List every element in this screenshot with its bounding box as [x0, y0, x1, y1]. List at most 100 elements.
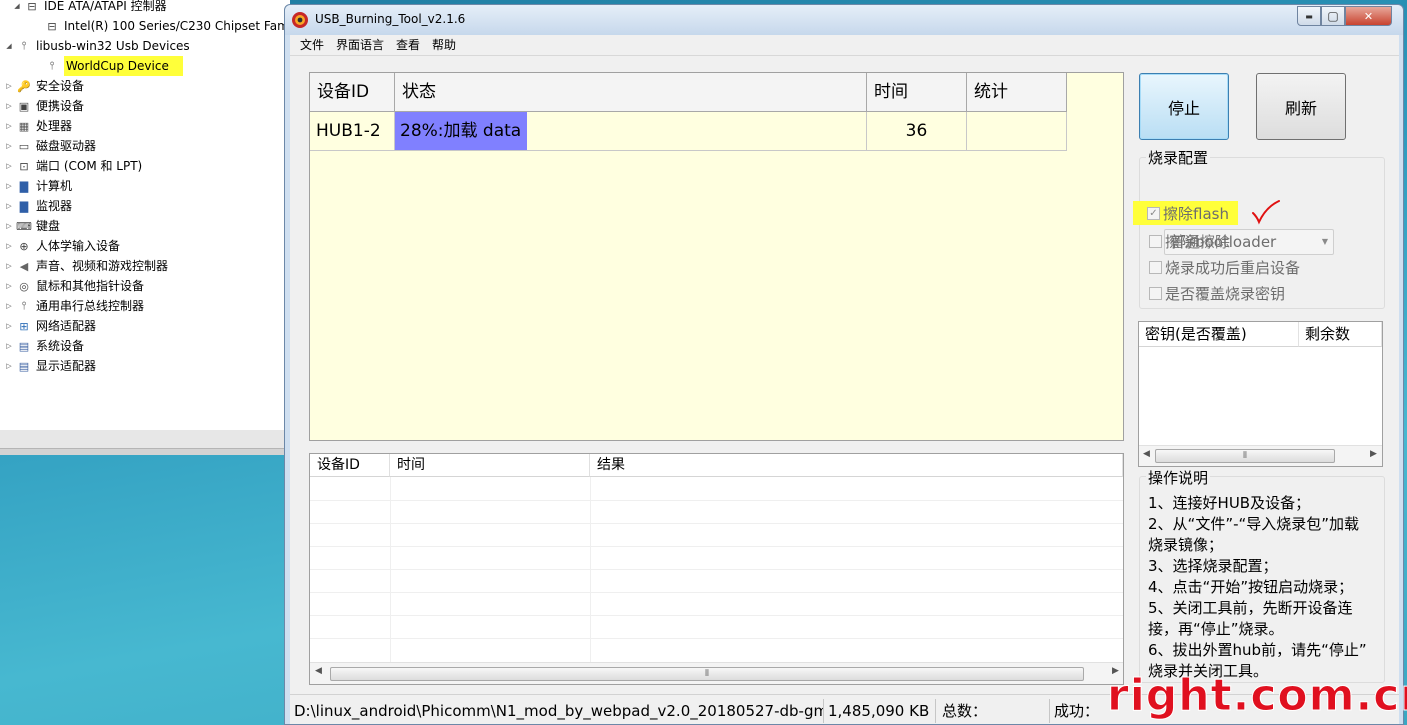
erase-flash-checkbox[interactable]: ✓ 擦除flash [1133, 201, 1238, 225]
log-row-line [310, 638, 1123, 639]
key-scroll-thumb[interactable]: ⦀ [1155, 449, 1335, 463]
erase-bootloader-label: 擦除bootloader [1165, 233, 1277, 251]
log-table[interactable]: 设备ID 时间 结果 ◀ ⦀ ▶ [309, 453, 1124, 685]
checkbox-icon [1149, 235, 1162, 248]
device-tree-item[interactable]: ▷ ▤ 系统设备 [4, 336, 84, 356]
log-scroll-thumb[interactable]: ⦀ [330, 667, 1084, 681]
device-id-header[interactable]: 设备ID [310, 73, 395, 112]
key-header[interactable]: 密钥(是否覆盖) [1139, 322, 1299, 347]
device-tree-item[interactable]: ▷ ▦ 处理器 [4, 116, 72, 136]
mouse-icon: ◎ [19, 279, 29, 293]
expand-icon[interactable]: ▷ [4, 262, 14, 270]
device-tree-item[interactable]: ▷ ⊡ 端口 (COM 和 LPT) [4, 156, 142, 176]
expand-icon[interactable]: ▷ [4, 242, 14, 250]
status-header[interactable]: 状态 [395, 73, 867, 112]
expand-icon[interactable]: ▷ [4, 122, 14, 130]
scroll-left-icon[interactable]: ◀ [1143, 449, 1150, 459]
device-tree-item[interactable]: ▷ ▣ 便携设备 [4, 96, 84, 116]
key-horizontal-scrollbar[interactable]: ◀ ⦀ ▶ [1139, 445, 1382, 466]
overwrite-key-checkbox[interactable]: 是否覆盖烧录密钥 [1149, 283, 1285, 304]
device-tree-label: 计算机 [36, 179, 73, 193]
watermark: right.com.cn [1107, 670, 1407, 722]
instruction-line: 烧录镜像； [1148, 536, 1224, 554]
device-tree-item[interactable]: ▷ ⫯ 通用串行总线控制器 [4, 296, 144, 316]
scroll-left-icon[interactable]: ◀ [315, 666, 322, 676]
device-stats-cell[interactable] [967, 112, 1067, 151]
network-icon: ⊞ [19, 319, 29, 333]
expand-icon[interactable]: ▷ [4, 342, 14, 350]
key-table[interactable]: 密钥(是否覆盖) 剩余数 ◀ ⦀ ▶ [1138, 321, 1383, 467]
keyboard-icon: ⌨ [16, 219, 32, 233]
device-tree-item[interactable]: ⫯ WorldCup Device [32, 56, 183, 76]
expand-icon[interactable]: ▷ [4, 102, 14, 110]
expand-icon[interactable]: ▷ [4, 82, 14, 90]
log-time-header[interactable]: 时间 [390, 454, 590, 477]
device-tree-label: 键盘 [36, 219, 61, 233]
instruction-line: 3、选择烧录配置； [1148, 557, 1278, 575]
title-bar[interactable]: USB_Burning_Tool_v2.1.6 ▬ ▢ ✕ [285, 5, 1403, 35]
collapse-icon[interactable]: ◢ [12, 2, 22, 10]
device-tree-item[interactable]: ▷ ▤ 显示适配器 [4, 356, 96, 376]
expand-icon[interactable]: ▷ [4, 282, 14, 290]
log-device-id-header[interactable]: 设备ID [310, 454, 390, 477]
instruction-line: 6、拔出外置hub前，请先“停止” [1148, 641, 1367, 659]
checkbox-icon [1149, 261, 1162, 274]
expand-icon[interactable]: ▷ [4, 362, 14, 370]
device-tree-label: 磁盘驱动器 [36, 139, 97, 153]
menu-file[interactable]: 文件 [294, 35, 330, 55]
expand-icon[interactable]: ▷ [4, 142, 14, 150]
device-tree-item[interactable]: ▷ 🔑 安全设备 [4, 76, 84, 96]
device-table[interactable]: 设备ID 状态 时间 统计 HUB1-2 28%:加载 data 36 [309, 72, 1124, 441]
device-tree-item[interactable]: ▷ ▭ 磁盘驱动器 [4, 136, 96, 156]
expand-icon[interactable]: ▷ [4, 302, 14, 310]
refresh-button[interactable]: 刷新 [1256, 73, 1346, 140]
device-status-cell[interactable]: 28%:加载 data [395, 112, 867, 151]
expand-icon[interactable]: ▷ [4, 182, 14, 190]
stats-header[interactable]: 统计 [967, 73, 1067, 112]
log-column-divider [390, 477, 391, 663]
close-button[interactable]: ✕ [1345, 6, 1392, 26]
menu-view[interactable]: 查看 [390, 35, 426, 55]
computer-icon: ▇ [19, 179, 29, 193]
device-tree-item[interactable]: ▷ ⌨ 键盘 [4, 216, 60, 236]
burn-config-title: 烧录配置 [1146, 147, 1211, 168]
device-id-cell[interactable]: HUB1-2 [310, 112, 395, 151]
instructions-title: 操作说明 [1146, 467, 1211, 488]
stop-button[interactable]: 停止 [1139, 73, 1229, 140]
expand-icon[interactable]: ▷ [4, 322, 14, 330]
erase-flash-label: 擦除flash [1163, 204, 1229, 223]
log-column-divider [590, 477, 591, 663]
device-tree-item[interactable]: ▷ ▇ 计算机 [4, 176, 72, 196]
expand-icon[interactable]: ▷ [4, 162, 14, 170]
device-tree-item[interactable]: ▷ ◀ 声音、视频和游戏控制器 [4, 256, 168, 276]
minimize-button[interactable]: ▬ [1297, 6, 1321, 26]
time-header[interactable]: 时间 [867, 73, 967, 112]
log-result-header[interactable]: 结果 [590, 454, 1123, 477]
device-status-text: 28%:加载 data [400, 121, 522, 141]
device-tree-item[interactable]: ◢ ⫯ libusb-win32 Usb Devices [4, 36, 189, 56]
device-tree-item[interactable]: ▷ ◎ 鼠标和其他指针设备 [4, 276, 144, 296]
device-tree-item[interactable]: ⊟ Intel(R) 100 Series/C230 Chipset Famil [32, 16, 290, 36]
instructions-text: 1、连接好HUB及设备； 2、从“文件”-“导入烧录包”加载 烧录镜像； 3、选… [1148, 493, 1384, 682]
system-icon: ▤ [18, 339, 30, 353]
expand-icon[interactable]: ▷ [4, 202, 14, 210]
maximize-button[interactable]: ▢ [1321, 6, 1345, 26]
device-tree-item[interactable]: ▷ ⊞ 网络适配器 [4, 316, 96, 336]
scroll-right-icon[interactable]: ▶ [1370, 449, 1377, 459]
menu-language[interactable]: 界面语言 [330, 35, 390, 55]
expand-icon[interactable]: ▷ [4, 222, 14, 230]
disk-drive-icon: ▭ [18, 139, 30, 153]
menu-help[interactable]: 帮助 [426, 35, 462, 55]
device-tree-item[interactable]: ◢ ⊟ IDE ATA/ATAPI 控制器 [12, 0, 167, 16]
device-tree-item[interactable]: ▷ ⊕ 人体学输入设备 [4, 236, 120, 256]
device-tree-item[interactable]: ▷ ▇ 监视器 [4, 196, 72, 216]
erase-bootloader-checkbox[interactable]: 擦除bootloader [1149, 231, 1276, 252]
collapse-icon[interactable]: ◢ [4, 42, 14, 50]
device-tree-label: 网络适配器 [36, 319, 97, 333]
device-tree-label: IDE ATA/ATAPI 控制器 [44, 0, 167, 13]
device-time-cell[interactable]: 36 [867, 112, 967, 151]
remaining-header[interactable]: 剩余数 [1299, 322, 1382, 347]
reboot-after-checkbox[interactable]: 烧录成功后重启设备 [1149, 257, 1300, 278]
package-size: 1,485,090 KB [828, 699, 936, 723]
log-horizontal-scrollbar[interactable]: ◀ ⦀ ▶ [310, 662, 1123, 684]
